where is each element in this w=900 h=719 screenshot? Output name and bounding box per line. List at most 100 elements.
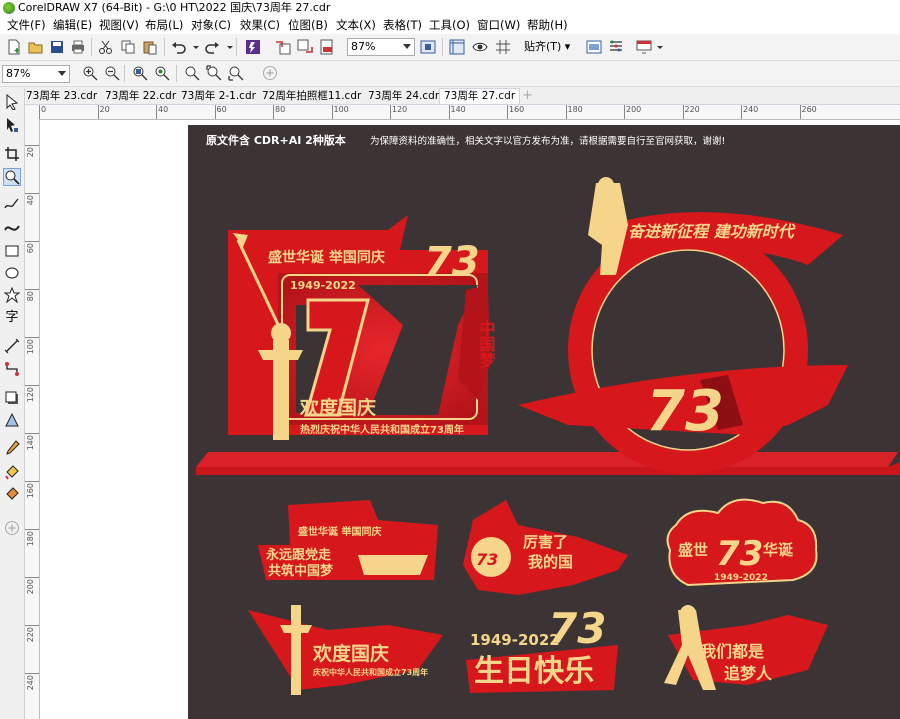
h-ruler-label: 240 <box>743 105 759 114</box>
menu-tools[interactable]: 工具(O) <box>429 18 470 32</box>
copy-icon[interactable] <box>120 39 136 55</box>
sign4-huabiao-board: 欢度国庆 庆祝中华人民共和国成立73周年 <box>248 605 443 695</box>
interactive-fill-tool-icon[interactable] <box>4 464 20 480</box>
zoom-level-value: 87% <box>351 40 376 53</box>
tab-73-27[interactable]: 73周年 27.cdr <box>439 88 521 104</box>
snap-to-label: 贴齐(T) <box>524 40 562 53</box>
menu-object[interactable]: 对象(C) <box>191 18 231 32</box>
new-document-icon[interactable] <box>6 39 22 55</box>
show-rulers-icon[interactable] <box>449 39 465 55</box>
show-grid-icon[interactable] <box>495 39 511 55</box>
menu-view[interactable]: 视图(V) <box>99 18 139 32</box>
zoom-level-combo[interactable]: 87% <box>2 65 70 83</box>
publish-pdf-icon[interactable] <box>319 39 335 55</box>
redo-icon[interactable] <box>204 39 220 55</box>
pick-tool-icon[interactable] <box>4 94 20 110</box>
v-ruler-tick <box>25 337 39 338</box>
h-ruler-label: 260 <box>801 105 817 114</box>
sign1-boat-board: 盛世华诞 举国同庆 永远跟党走 共筑中国梦 <box>258 500 438 580</box>
search-content-icon[interactable] <box>245 39 261 55</box>
tab-73-22[interactable]: 73周年 22.cdr <box>101 89 180 104</box>
v-ruler-label: 100 <box>26 339 35 355</box>
undo-icon[interactable] <box>171 39 187 55</box>
zoom-tool-icon[interactable] <box>3 168 21 186</box>
tab-73-23[interactable]: 73周年 23.cdr <box>22 89 101 104</box>
menu-bitmaps[interactable]: 位图(B) <box>288 18 328 32</box>
v-ruler-tick <box>25 529 39 530</box>
h-ruler-tick <box>507 105 508 119</box>
tab-73-24[interactable]: 73周年 24.cdr <box>364 89 443 104</box>
zoom-to-page-height-icon[interactable] <box>228 65 244 81</box>
menu-edit[interactable]: 编辑(E) <box>53 18 92 32</box>
sign1-line2: 共筑中国梦 <box>268 563 334 579</box>
zoom-level-dropdown[interactable]: 87% <box>347 38 415 56</box>
zoom-to-page-width-icon[interactable] <box>206 65 222 81</box>
menu-window[interactable]: 窗口(W) <box>477 18 520 32</box>
menu-layout[interactable]: 布局(L) <box>145 18 183 32</box>
undo-dropdown-icon[interactable] <box>188 39 199 55</box>
frame2-number: 73 <box>646 379 724 444</box>
v-ruler-label: 20 <box>26 147 35 158</box>
zoom-out-icon[interactable] <box>104 65 120 81</box>
quick-customize-icon[interactable] <box>4 520 20 536</box>
h-ruler-label: 160 <box>509 105 525 114</box>
artwork-page[interactable]: 原文件含 CDR+AI 2种版本 为保障资料的准确性，相关文字以官方发布为准，请… <box>188 125 900 719</box>
h-ruler-label: 100 <box>333 105 349 114</box>
artistic-media-tool-icon[interactable] <box>4 220 20 236</box>
ellipse-tool-icon[interactable] <box>4 265 20 281</box>
vertical-ruler[interactable]: 20 40 60 80 100 120 140 160 180 200 220 240 <box>25 119 40 719</box>
menu-table[interactable]: 表格(T) <box>383 18 422 32</box>
cut-icon[interactable] <box>98 39 114 55</box>
drop-shadow-tool-icon[interactable] <box>4 390 20 406</box>
zoom-to-page-icon[interactable] <box>184 65 200 81</box>
crop-tool-icon[interactable] <box>4 146 20 162</box>
rectangle-tool-icon[interactable] <box>4 243 20 259</box>
options-icon[interactable] <box>586 39 602 55</box>
horizontal-ruler[interactable]: 0 20 40 60 80 100 120 140 160 180 200 220 240 260 <box>25 105 900 120</box>
h-ruler-label: 80 <box>275 105 286 114</box>
color-eyedropper-tool-icon[interactable] <box>4 440 20 456</box>
sign5-birthday-board: 1949-2022 73 生日快乐 <box>466 604 618 693</box>
h-ruler-tick <box>214 105 216 119</box>
import-icon[interactable] <box>275 39 291 55</box>
menu-help[interactable]: 帮助(H) <box>527 18 568 32</box>
parallel-dimension-tool-icon[interactable] <box>4 338 20 354</box>
transparency-tool-icon[interactable] <box>4 412 20 428</box>
h-ruler-tick <box>97 105 99 119</box>
zoom-to-selected-icon[interactable] <box>132 65 148 81</box>
save-icon[interactable] <box>49 39 65 55</box>
freehand-tool-icon[interactable] <box>4 196 20 212</box>
application-launcher-icon[interactable] <box>608 39 624 55</box>
open-folder-icon[interactable] <box>28 39 44 55</box>
v-ruler-tick <box>25 385 39 386</box>
menu-effects[interactable]: 效果(C) <box>240 18 280 32</box>
sign3-years: 1949-2022 <box>714 573 768 583</box>
print-icon[interactable] <box>70 39 86 55</box>
shape-tool-icon[interactable] <box>4 117 20 133</box>
tab-73-2-1[interactable]: 73周年 2-1.cdr <box>177 89 260 104</box>
h-ruler-tick <box>331 105 333 119</box>
text-tool-icon[interactable]: 字 <box>4 310 20 326</box>
h-ruler-label: 140 <box>450 105 466 114</box>
connector-tool-icon[interactable] <box>4 361 20 377</box>
snap-to-dropdown[interactable]: 贴齐(T) ▾ <box>524 39 570 55</box>
new-tab-icon[interactable]: + <box>522 88 533 103</box>
redo-dropdown-icon[interactable] <box>222 39 233 55</box>
smart-fill-tool-icon[interactable] <box>4 486 20 502</box>
sign3-left: 盛世 <box>678 541 708 559</box>
full-screen-preview-icon[interactable] <box>420 39 436 55</box>
paste-icon[interactable] <box>142 39 158 55</box>
export-icon[interactable] <box>297 39 313 55</box>
tab-72-photo-frame-11[interactable]: 72周年拍照框11.cdr <box>258 89 365 104</box>
welcome-dropdown-icon[interactable] <box>652 39 663 55</box>
v-ruler-tick <box>25 193 39 194</box>
show-guidelines-icon[interactable] <box>472 39 488 55</box>
menu-text[interactable]: 文本(X) <box>336 18 376 32</box>
zoom-to-all-objects-icon[interactable] <box>154 65 170 81</box>
welcome-screen-icon[interactable] <box>636 39 652 55</box>
menu-file[interactable]: 文件(F) <box>7 18 46 32</box>
polygon-tool-icon[interactable] <box>4 287 20 303</box>
h-ruler-tick <box>565 105 567 119</box>
add-toolbar-item-icon[interactable] <box>262 65 278 81</box>
zoom-in-icon[interactable] <box>82 65 98 81</box>
